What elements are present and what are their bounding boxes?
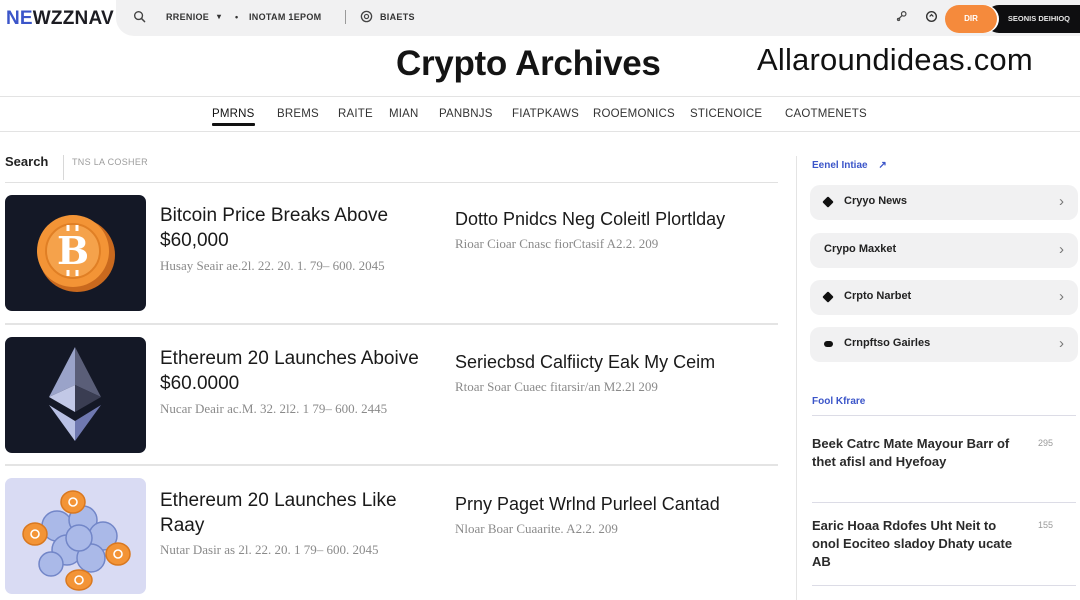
- sidebar-section-title: Fool Kfrare: [812, 396, 866, 407]
- chevron-right-icon: ›: [1059, 288, 1064, 305]
- article-title[interactable]: Bitcoin Price Breaks Above $60,000: [160, 203, 440, 253]
- article-thumbnail[interactable]: B: [5, 195, 146, 311]
- watermark: Allaroundideas.com: [757, 42, 1033, 77]
- sidebar-item[interactable]: Crnpftso Gairles ›: [810, 327, 1078, 362]
- dark-cta-button[interactable]: SEONIS DEIHIOQ: [985, 5, 1080, 33]
- category-tab[interactable]: FIATPKAWS: [512, 108, 579, 120]
- search-icon[interactable]: [131, 10, 147, 26]
- bullet-icon: •: [235, 12, 239, 22]
- popular-article-title[interactable]: Earic Hoaa Rdofes Uht Neit to onol Eocit…: [812, 517, 1027, 571]
- chevron-down-icon[interactable]: ▾: [217, 12, 221, 21]
- category-tab[interactable]: RAITE: [338, 108, 373, 120]
- sidebar-item-label: Cryyo News: [844, 195, 907, 207]
- shield-icon[interactable]: [923, 10, 939, 26]
- orange-cta-button[interactable]: DIR: [945, 5, 997, 33]
- chevron-right-icon: ›: [1059, 193, 1064, 210]
- chevron-right-icon: ›: [1059, 335, 1064, 352]
- article-title[interactable]: Ethereum 20 Launches Like Raay: [160, 488, 440, 538]
- sidebar-section-title[interactable]: Eenel Intiae ↗: [812, 160, 887, 171]
- divider: [5, 464, 778, 466]
- nav-menu-2[interactable]: INOTAM 1EPOM: [249, 12, 321, 22]
- category-tab[interactable]: ROOEMONICS: [593, 108, 675, 120]
- sidebar-item-label: Crnpftso Gairles: [844, 337, 931, 349]
- diamond-bullet-icon: [822, 291, 834, 303]
- fish-bullet-icon: [824, 341, 833, 347]
- at-icon[interactable]: [358, 10, 374, 26]
- divider: [812, 585, 1076, 586]
- site-logo[interactable]: NEWZZNAV: [6, 8, 114, 30]
- search-label: Search: [5, 154, 49, 169]
- category-tab[interactable]: PMRNS: [212, 108, 255, 126]
- search-input[interactable]: [72, 152, 772, 172]
- article-meta: Husay Seair ae.2l. 22. 20. 1. 79– 600. 2…: [160, 258, 385, 273]
- divider: [5, 323, 778, 325]
- category-tab[interactable]: MIAN: [389, 108, 419, 120]
- popular-article-count: 295: [1038, 438, 1054, 448]
- logo-text: WZZNAV: [32, 8, 114, 29]
- nav-menu-1[interactable]: RRENIOE: [166, 12, 209, 22]
- chevron-right-icon: ›: [1059, 241, 1064, 258]
- sidebar-item-label: Crpto Narbet: [844, 290, 912, 302]
- sidebar-item-label: Crypo Maxket: [824, 243, 897, 255]
- page-title: Crypto Archives: [396, 44, 661, 83]
- svg-text:B: B: [57, 228, 89, 273]
- related-article-meta: Rtoar Soar Cuaec fitarsir/an M2.2l 209: [455, 379, 658, 394]
- coin-cluster-icon: [22, 490, 131, 591]
- divider: [345, 10, 346, 24]
- divider: [812, 415, 1076, 416]
- sidebar-border: [796, 156, 797, 600]
- key-icon[interactable]: [894, 10, 910, 26]
- divider: [5, 182, 778, 183]
- top-bar: NEWZZNAV RRENIOE ▾ • INOTAM 1EPOM BIAETS…: [0, 0, 1080, 36]
- article-thumbnail[interactable]: [5, 337, 146, 453]
- article-meta: Nucar Deair ac.M. 32. 2l2. 1 79– 600. 24…: [160, 401, 388, 416]
- sidebar-item[interactable]: Crpto Narbet ›: [810, 280, 1078, 315]
- category-tab[interactable]: BREMS: [277, 108, 319, 120]
- article-title[interactable]: Ethereum 20 Launches Aboive $60.0000: [160, 346, 440, 396]
- divider: [812, 502, 1076, 503]
- popular-article-count: 155: [1038, 520, 1054, 530]
- diamond-bullet-icon: [822, 196, 834, 208]
- article-thumbnail[interactable]: [5, 478, 146, 594]
- sidebar-item[interactable]: Cryyo News ›: [810, 185, 1078, 220]
- ethereum-icon: [49, 347, 101, 441]
- section-title-text: Eenel Intiae: [812, 160, 868, 171]
- related-article-meta: Nloar Boar Cuaarite. A2.2. 209: [455, 521, 618, 536]
- category-tab[interactable]: CAOTMENETS: [785, 108, 867, 120]
- sidebar-item[interactable]: Crypo Maxket ›: [810, 233, 1078, 268]
- logo-accent: NE: [6, 8, 33, 29]
- related-article-title[interactable]: Dotto Pnidcs Neg Coleitl Plortlday: [455, 209, 775, 230]
- category-tab[interactable]: STICENOICE: [690, 108, 762, 120]
- related-article-meta: Rioar Cioar Cnasc fiorCtasif A2.2. 209: [455, 236, 659, 251]
- related-article-title[interactable]: Prny Paget Wrlnd Purleel Cantad: [455, 494, 775, 515]
- article-meta: Nutar Dasir as 2l. 22. 20. 1 79– 600. 20…: [160, 542, 379, 557]
- category-tab[interactable]: PANBNJS: [439, 108, 493, 120]
- related-article-title[interactable]: Seriecbsd Calfiicty Eak My Ceim: [455, 352, 775, 373]
- bitcoin-icon: B: [37, 215, 115, 292]
- nav-menu-3[interactable]: BIAETS: [380, 12, 415, 22]
- search-divider: [63, 155, 64, 180]
- popular-article-title[interactable]: Beek Catrc Mate Mayour Barr of thet afis…: [812, 435, 1027, 471]
- category-nav: PMRNS BREMS RAITE MIAN PANBNJS FIATPKAWS…: [0, 96, 1080, 132]
- arrow-icon: ↗: [878, 160, 887, 171]
